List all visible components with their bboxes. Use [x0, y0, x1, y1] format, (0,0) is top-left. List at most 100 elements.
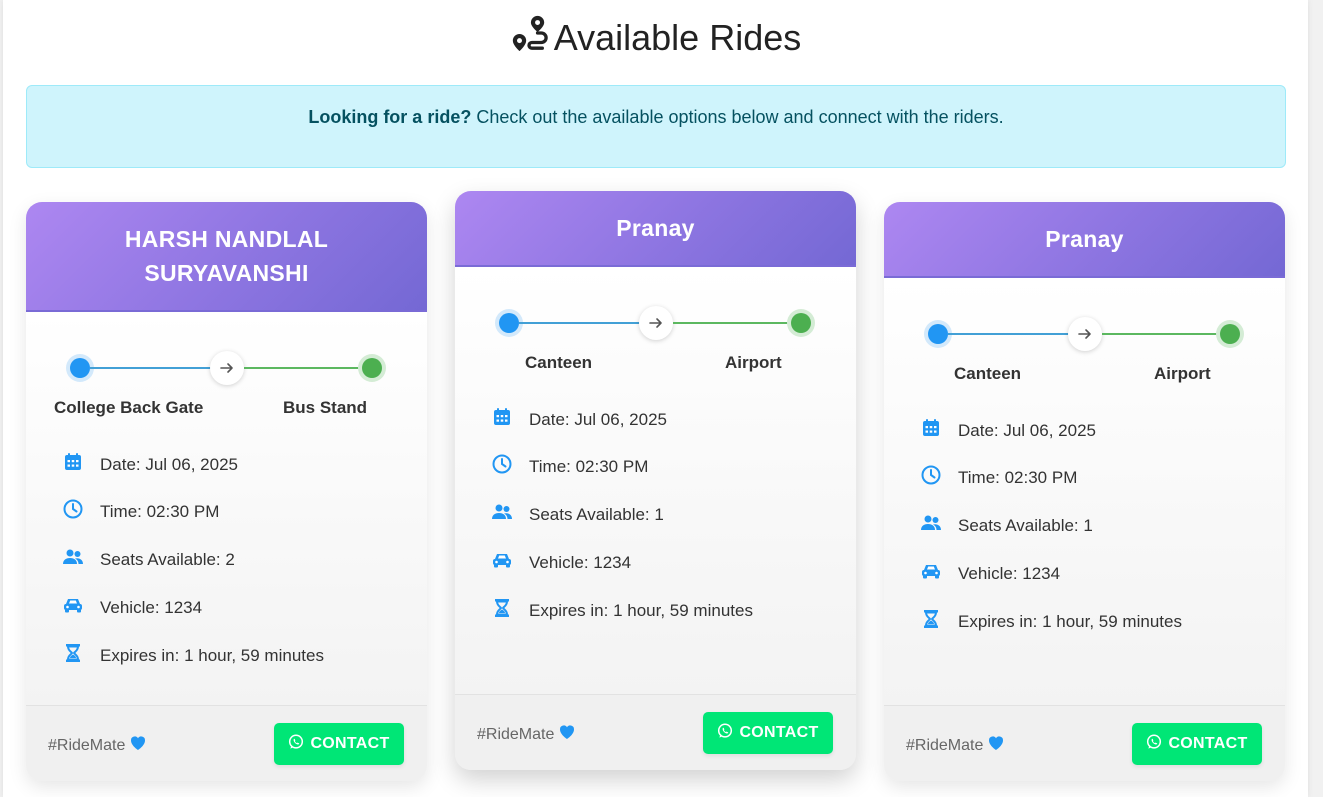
car-icon [491, 549, 529, 576]
users-icon [920, 512, 958, 539]
whatsapp-icon [288, 734, 304, 755]
contact-button-label: CONTACT [1168, 735, 1248, 752]
arrow-right-icon [639, 306, 673, 340]
rider-name: Pranay [616, 215, 695, 241]
users-icon [62, 546, 100, 573]
page-title: Available Rides [3, 14, 1308, 61]
hourglass-icon [62, 642, 100, 669]
ride-seats-text: Seats Available: 2 [100, 549, 235, 569]
clock-icon [62, 498, 100, 525]
route-line-end [673, 322, 791, 324]
route-from: Canteen [525, 353, 593, 372]
ride-expires-text: Expires in: 1 hour, 59 minutes [958, 611, 1182, 631]
heart-icon [129, 734, 147, 757]
ride-seats-text: Seats Available: 1 [958, 515, 1093, 535]
arrow-right-icon [210, 351, 244, 385]
end-point-dot [362, 358, 382, 378]
ride-expires-text: Expires in: 1 hour, 59 minutes [529, 600, 753, 620]
page-title-text: Available Rides [553, 16, 802, 58]
arrow-right-icon [1068, 317, 1102, 351]
ride-vehicle: Vehicle: 1234 [920, 560, 1060, 587]
car-icon [62, 594, 100, 621]
route-visual: Canteen Airport [884, 317, 1285, 424]
ride-expires: Expires in: 1 hour, 59 minutes [62, 642, 324, 669]
whatsapp-icon [1146, 734, 1162, 755]
ride-seats-text: Seats Available: 1 [529, 504, 664, 524]
ride-seats: Seats Available: 1 [920, 512, 1093, 539]
ride-expires: Expires in: 1 hour, 59 minutes [491, 597, 753, 624]
info-alert: Looking for a ride? Check out the availa… [26, 85, 1286, 168]
ride-card: Pranay Canteen Airport Date: Jul 06, 202… [884, 202, 1285, 781]
ride-date: Date: Jul 06, 2025 [491, 406, 667, 433]
route-line-start [948, 333, 1071, 335]
ridemate-tag: #RideMate [906, 734, 1005, 757]
route-from: Canteen [954, 364, 1022, 383]
calendar-icon [62, 451, 100, 478]
contact-button[interactable]: CONTACT [274, 723, 404, 765]
ride-card: HARSH NANDLAL SURYAVANSHI College Back G… [26, 202, 427, 781]
car-icon [920, 560, 958, 587]
contact-button[interactable]: CONTACT [703, 712, 833, 754]
ride-vehicle-text: Vehicle: 1234 [958, 563, 1061, 583]
ride-expires: Expires in: 1 hour, 59 minutes [920, 608, 1182, 635]
route-visual: College Back Gate Bus Stand [26, 351, 427, 458]
ride-card-header: Pranay [455, 191, 856, 267]
ridemate-tag-text: #RideMate [906, 736, 984, 754]
ridemate-tag: #RideMate [48, 734, 147, 757]
start-point-dot [928, 324, 948, 344]
route-icon [510, 14, 548, 61]
route-to: Bus Stand [283, 398, 368, 417]
ride-vehicle: Vehicle: 1234 [491, 549, 631, 576]
rider-name-line2: SURYAVANSHI [144, 260, 309, 286]
contact-button-label: CONTACT [310, 735, 390, 752]
ride-card-header: Pranay [884, 202, 1285, 278]
start-point-dot [499, 313, 519, 333]
ride-card-body: Canteen Airport Date: Jul 06, 2025 Time:… [884, 278, 1285, 705]
ride-vehicle-text: Vehicle: 1234 [529, 552, 632, 572]
ride-card-body: College Back Gate Bus Stand Date: Jul 06… [26, 312, 427, 705]
ride-time-text: Time: 02:30 PM [100, 501, 220, 521]
ridemate-tag: #RideMate [477, 723, 576, 746]
alert-text: Check out the available options below an… [471, 107, 1004, 127]
ride-time: Time: 02:30 PM [920, 464, 1077, 491]
route-from: College Back Gate [54, 398, 204, 417]
calendar-icon [920, 417, 958, 444]
ridemate-tag-text: #RideMate [48, 736, 126, 754]
route-visual: Canteen Airport [455, 306, 856, 413]
ride-date-text: Date: Jul 06, 2025 [529, 409, 667, 429]
route-line-start [519, 322, 642, 324]
ride-card-body: Canteen Airport Date: Jul 06, 2025 Time:… [455, 267, 856, 694]
ride-vehicle-text: Vehicle: 1234 [100, 597, 203, 617]
route-line-end [1102, 333, 1220, 335]
ride-card-footer: #RideMate CONTACT [455, 694, 856, 770]
clock-icon [491, 453, 529, 480]
ride-card-footer: #RideMate CONTACT [884, 705, 1285, 781]
start-point-dot [70, 358, 90, 378]
contact-button-label: CONTACT [739, 724, 819, 741]
ride-date: Date: Jul 06, 2025 [62, 451, 238, 478]
calendar-icon [491, 406, 529, 433]
ride-time: Time: 02:30 PM [62, 498, 219, 525]
ridemate-tag-text: #RideMate [477, 725, 555, 743]
page: Available Rides Looking for a ride? Chec… [3, 0, 1308, 797]
users-icon [491, 501, 529, 528]
ride-time: Time: 02:30 PM [491, 453, 648, 480]
ride-time-text: Time: 02:30 PM [958, 467, 1078, 487]
ride-card: Pranay Canteen Airport Date: Jul 06, 202… [455, 191, 856, 770]
ride-date-text: Date: Jul 06, 2025 [100, 454, 238, 474]
heart-icon [558, 723, 576, 746]
ride-vehicle: Vehicle: 1234 [62, 594, 202, 621]
end-point-dot [791, 313, 811, 333]
contact-button[interactable]: CONTACT [1132, 723, 1262, 765]
ride-card-footer: #RideMate CONTACT [26, 705, 427, 781]
rider-name-line1: HARSH NANDLAL [124, 226, 329, 252]
alert-bold-text: Looking for a ride? [308, 107, 472, 127]
whatsapp-icon [717, 723, 733, 744]
end-point-dot [1220, 324, 1240, 344]
ride-expires-text: Expires in: 1 hour, 59 minutes [100, 645, 324, 665]
route-line-start [90, 367, 213, 369]
ride-card-header: HARSH NANDLAL SURYAVANSHI [26, 202, 427, 312]
ride-time-text: Time: 02:30 PM [529, 456, 649, 476]
hourglass-icon [920, 608, 958, 635]
ride-seats: Seats Available: 2 [62, 546, 235, 573]
